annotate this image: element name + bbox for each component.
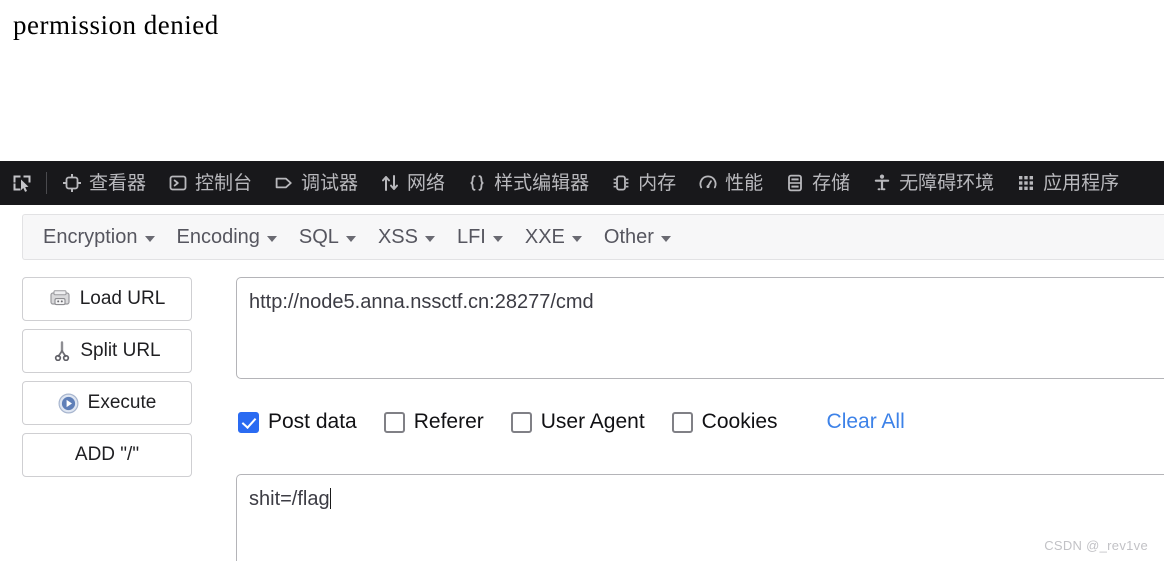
- style-editor-icon: [467, 173, 487, 193]
- devtools-tab-label: 样式编辑器: [494, 171, 590, 194]
- chevron-down-icon: [424, 236, 435, 242]
- hackbar-menu-label: XSS: [377, 225, 418, 248]
- performance-icon: [698, 173, 718, 193]
- checkbox-empty-icon: [510, 411, 532, 433]
- hackbar-menu-other[interactable]: Other: [593, 222, 682, 253]
- hackbar-menu-encryption[interactable]: Encryption: [32, 222, 166, 253]
- memory-icon: [611, 173, 631, 193]
- application-icon: [1016, 173, 1036, 193]
- checkbox-empty-icon: [383, 411, 405, 433]
- browser-page: permission denied 查看器 控制台 调试器 网络 样式编辑器 内…: [0, 0, 1164, 561]
- chevron-down-icon: [660, 236, 671, 242]
- load-url-button[interactable]: Load URL: [22, 277, 192, 321]
- execute-button[interactable]: Execute: [22, 381, 192, 425]
- add-slash-button[interactable]: ADD "/": [22, 433, 192, 477]
- devtools-tab-label: 存储: [812, 171, 851, 194]
- hackbar-menu-xss[interactable]: XSS: [367, 222, 446, 253]
- hackbar-menu-sql[interactable]: SQL: [288, 222, 367, 253]
- hackbar-button-column: Load URL Split URL Execute ADD "/": [22, 277, 192, 485]
- play-icon: [58, 393, 79, 414]
- checkbox-empty-icon: [671, 411, 693, 433]
- devtools-tab-inspector[interactable]: 查看器: [51, 161, 157, 205]
- watermark: CSDN @_rev1ve: [1044, 538, 1148, 553]
- load-url-icon: [49, 290, 71, 308]
- url-input[interactable]: http://node5.anna.nssctf.cn:28277/cmd: [236, 277, 1164, 379]
- post-data-value: shit=/flag: [249, 488, 330, 510]
- cookies-checkbox[interactable]: Cookies: [671, 410, 778, 434]
- devtools-tab-label: 网络: [407, 171, 446, 194]
- devtools-tab-label: 调试器: [301, 171, 359, 194]
- network-icon: [380, 173, 400, 193]
- load-url-button-label: Load URL: [79, 288, 166, 309]
- devtools-tab-label: 应用程序: [1043, 171, 1120, 194]
- referer-checkbox-label: Referer: [413, 410, 484, 433]
- text-cursor: [329, 488, 331, 509]
- hackbar-menu-encoding[interactable]: Encoding: [166, 222, 288, 253]
- add-slash-button-label: ADD "/": [74, 444, 140, 465]
- devtools-tab-debugger[interactable]: 调试器: [263, 161, 369, 205]
- hackbar-menu-label: SQL: [298, 225, 339, 248]
- chevron-down-icon: [345, 236, 356, 242]
- hackbar-menu-label: Other: [603, 225, 654, 248]
- chevron-down-icon: [492, 236, 503, 242]
- devtools-tab-label: 控制台: [195, 171, 253, 194]
- devtools-tab-label: 无障碍环境: [899, 171, 995, 194]
- execute-button-label: Execute: [87, 392, 157, 413]
- chevron-down-icon: [144, 236, 155, 242]
- devtools-tab-network[interactable]: 网络: [369, 161, 456, 205]
- split-url-button-label: Split URL: [80, 340, 161, 361]
- page-response-text: permission denied: [13, 10, 219, 40]
- devtools-tab-memory[interactable]: 内存: [600, 161, 687, 205]
- user-agent-checkbox[interactable]: User Agent: [510, 410, 645, 434]
- request-options-row: Post data Referer User Agent Cookies Cle…: [238, 408, 905, 436]
- devtools-tab-performance[interactable]: 性能: [687, 161, 774, 205]
- console-icon: [168, 173, 188, 193]
- clear-all-link[interactable]: Clear All: [827, 410, 905, 434]
- hackbar-menu-label: Encryption: [43, 225, 138, 248]
- hackbar-menu-xxe[interactable]: XXE: [514, 222, 593, 253]
- chevron-down-icon: [266, 236, 277, 242]
- devtools-tab-storage[interactable]: 存储: [774, 161, 861, 205]
- chevron-down-icon: [571, 236, 582, 242]
- hackbar-menu-label: LFI: [456, 225, 486, 248]
- post-data-checkbox[interactable]: Post data: [238, 410, 357, 434]
- storage-icon: [785, 173, 805, 193]
- post-data-checkbox-label: Post data: [268, 410, 357, 433]
- post-data-input[interactable]: shit=/flag: [236, 474, 1164, 561]
- debugger-icon: [274, 173, 294, 193]
- element-picker-icon: [11, 172, 33, 194]
- split-url-button[interactable]: Split URL: [22, 329, 192, 373]
- toolbar-divider: [46, 172, 47, 194]
- element-picker-button[interactable]: [0, 161, 44, 205]
- hackbar-menu-label: Encoding: [176, 225, 260, 248]
- hackbar-menu-label: XXE: [524, 225, 565, 248]
- hackbar-menu-lfi[interactable]: LFI: [446, 222, 514, 253]
- devtools-tab-label: 性能: [725, 171, 764, 194]
- devtools-tab-label: 内存: [638, 171, 677, 194]
- inspector-icon: [62, 173, 82, 193]
- hackbar-menubar: Encryption Encoding SQL XSS LFI XXE Othe…: [22, 214, 1164, 260]
- devtools-toolbar: 查看器 控制台 调试器 网络 样式编辑器 内存 性能 存储 无障碍环境 应用程序: [0, 161, 1164, 205]
- devtools-tab-application[interactable]: 应用程序: [1005, 161, 1130, 205]
- devtools-tab-label: 查看器: [89, 171, 147, 194]
- devtools-tab-accessibility[interactable]: 无障碍环境: [861, 161, 1005, 205]
- accessibility-icon: [872, 173, 892, 193]
- user-agent-checkbox-label: User Agent: [540, 410, 645, 433]
- cookies-checkbox-label: Cookies: [701, 410, 778, 433]
- checkbox-checked-icon: [238, 411, 259, 433]
- referer-checkbox[interactable]: Referer: [383, 410, 484, 434]
- devtools-tab-style-editor[interactable]: 样式编辑器: [456, 161, 600, 205]
- scissors-icon: [53, 341, 71, 361]
- devtools-tab-console[interactable]: 控制台: [157, 161, 263, 205]
